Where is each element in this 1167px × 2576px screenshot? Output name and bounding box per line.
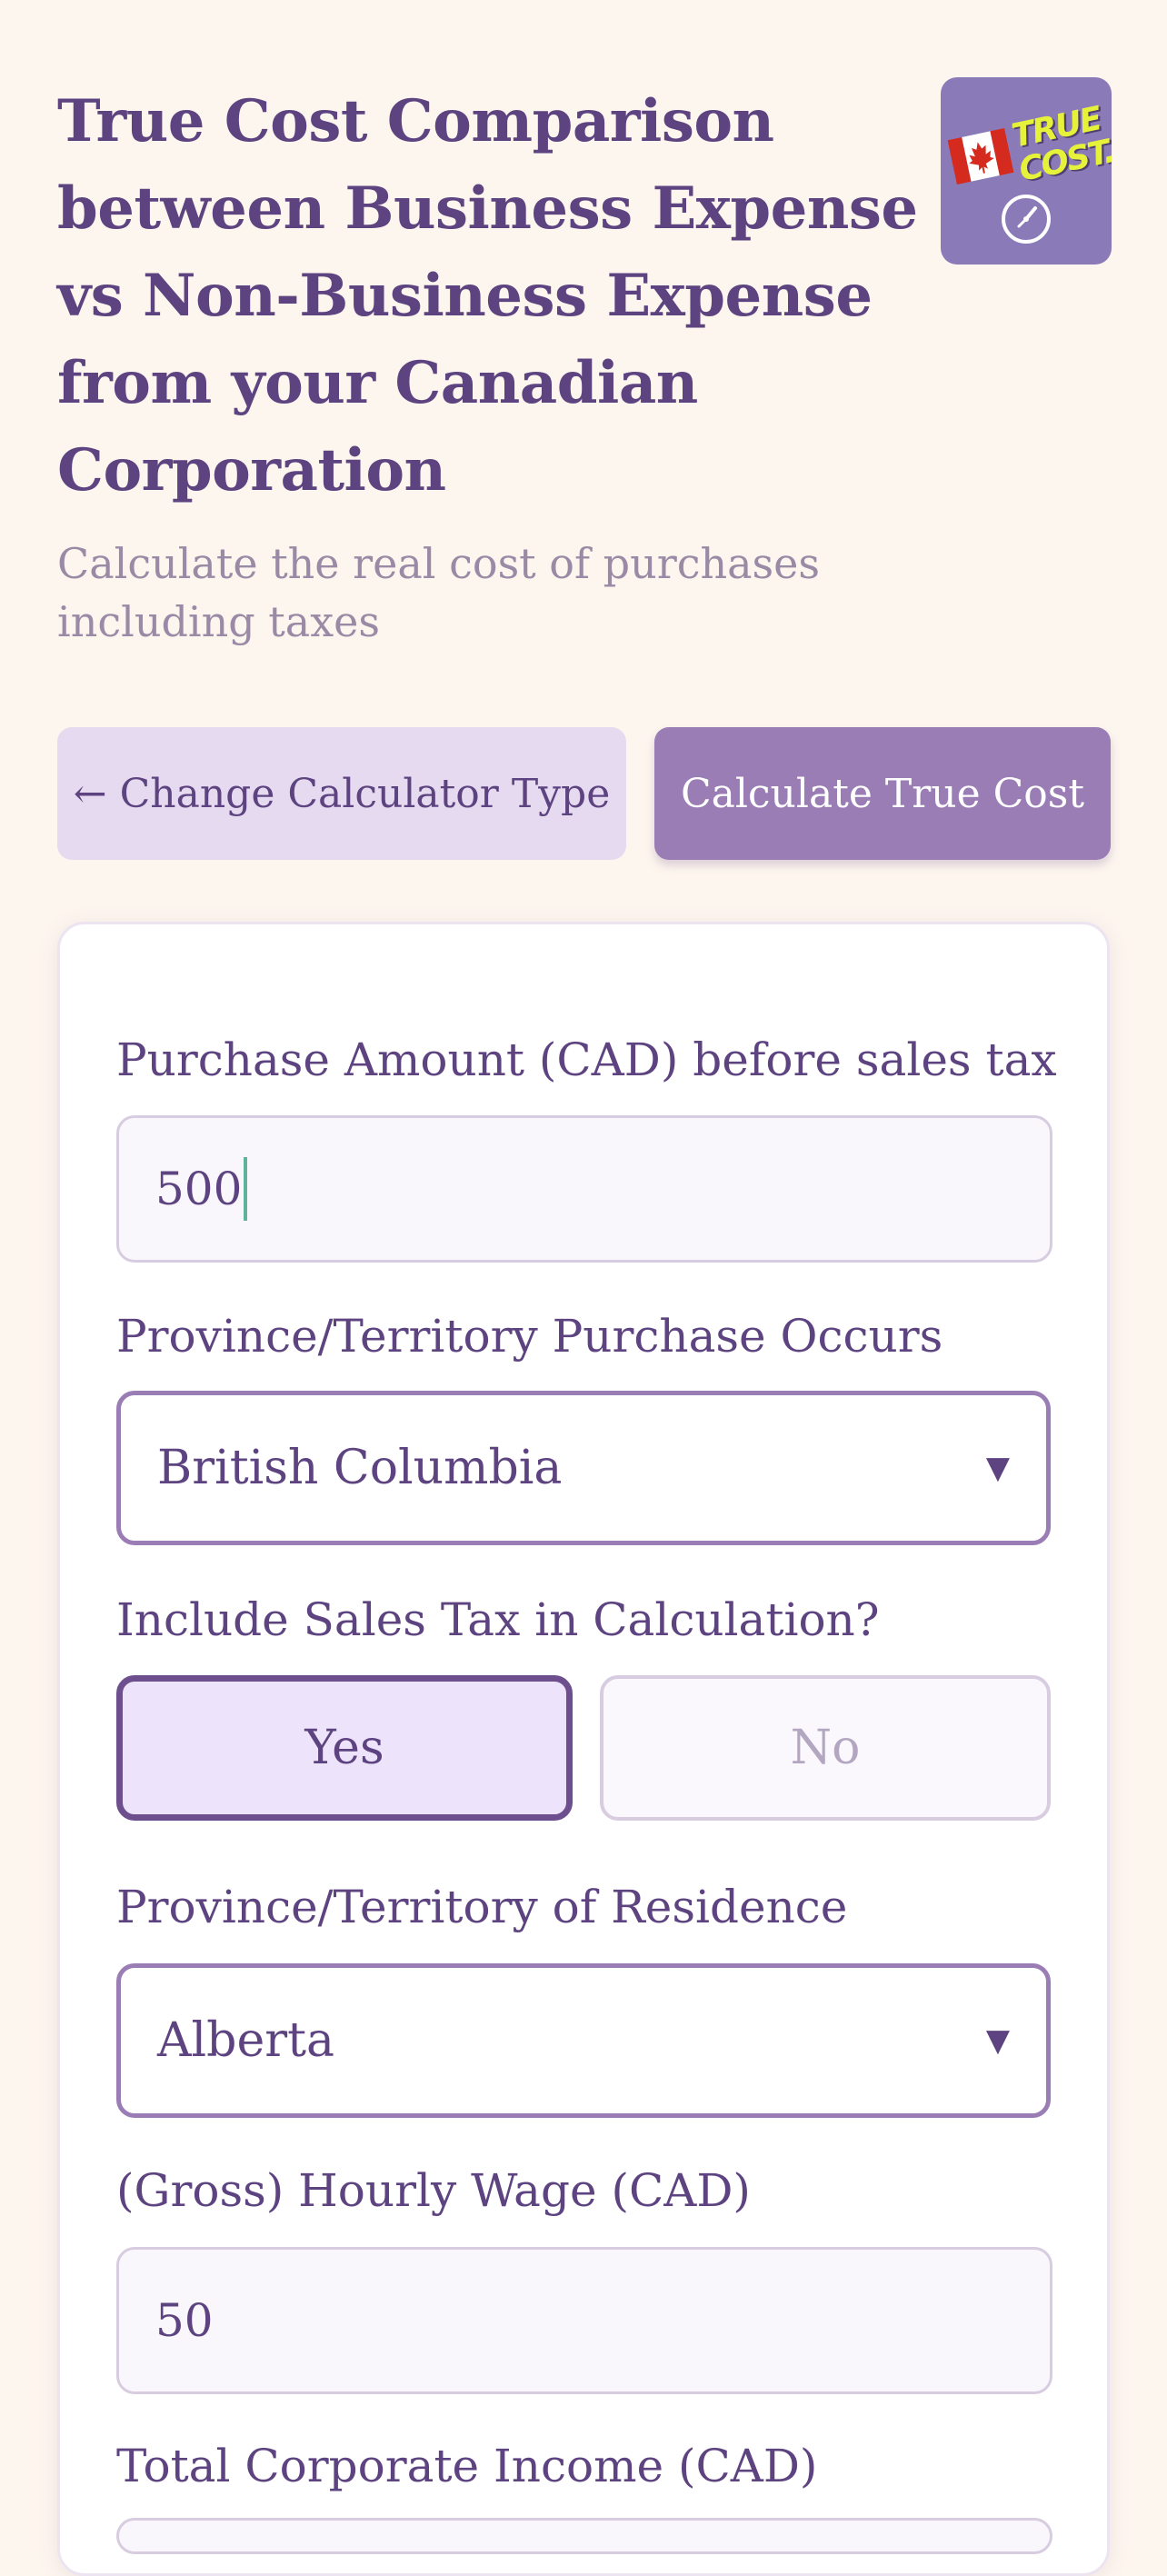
purchase-province-value: British Columbia (157, 1441, 563, 1495)
calculate-true-cost-button[interactable]: Calculate True Cost (654, 727, 1111, 860)
sales-tax-yes-button[interactable]: Yes (116, 1675, 573, 1821)
canada-flag-icon (947, 127, 1014, 185)
corporate-income-input[interactable] (116, 2518, 1052, 2554)
residence-province-label: Province/Territory of Residence (116, 1881, 848, 1933)
residence-province-value: Alberta (157, 2013, 334, 2068)
purchase-amount-input[interactable]: 500 (116, 1115, 1052, 1263)
clock-icon (1002, 195, 1051, 244)
logo-text: TRUE COST... (1008, 100, 1112, 189)
page-title: True Cost Comparison between Business Ex… (57, 87, 918, 504)
chevron-down-icon: ▼ (985, 1450, 1010, 1486)
sales-tax-no-button[interactable]: No (600, 1675, 1051, 1821)
corporate-income-label: Total Corporate Income (CAD) (116, 2440, 818, 2492)
page-header: True Cost Comparison between Business Ex… (57, 78, 921, 651)
purchase-province-label: Province/Territory Purchase Occurs (116, 1310, 943, 1363)
purchase-amount-value: 500 (155, 1163, 243, 1215)
page-subtitle: Calculate the real cost of purchases inc… (57, 539, 820, 646)
hourly-wage-value: 50 (155, 2294, 214, 2347)
chevron-down-icon: ▼ (985, 2022, 1010, 2059)
hourly-wage-input[interactable]: 50 (116, 2247, 1052, 2394)
purchase-province-select[interactable]: British Columbia ▼ (116, 1391, 1051, 1545)
hourly-wage-label: (Gross) Hourly Wage (CAD) (116, 2164, 751, 2217)
app-logo: TRUE COST... (941, 77, 1112, 265)
include-sales-tax-label: Include Sales Tax in Calculation? (116, 1593, 880, 1646)
text-cursor (244, 1157, 248, 1221)
residence-province-select[interactable]: Alberta ▼ (116, 1963, 1051, 2118)
purchase-amount-label: Purchase Amount (CAD) before sales tax (116, 1033, 1057, 1086)
change-calculator-type-button[interactable]: ← Change Calculator Type (57, 727, 626, 860)
